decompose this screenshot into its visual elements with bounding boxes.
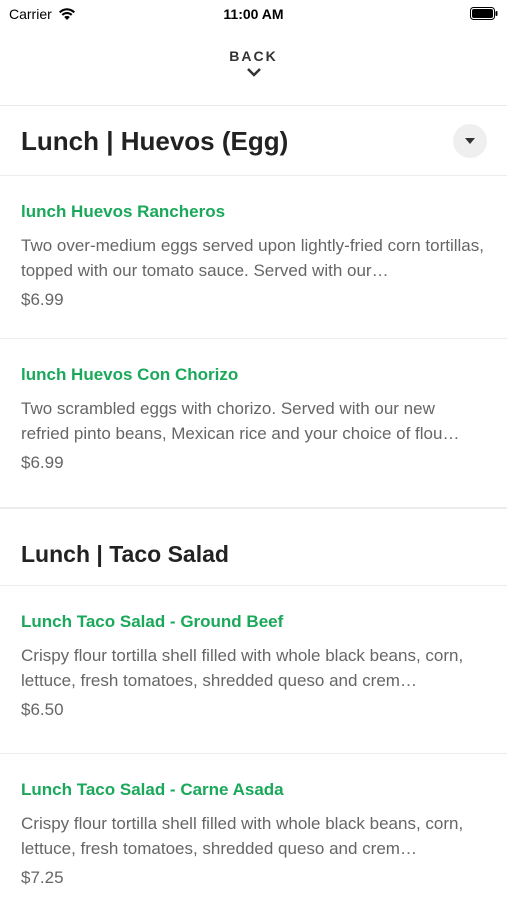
item-name: lunch Huevos Con Chorizo <box>21 365 239 384</box>
back-button[interactable]: BACK <box>203 48 304 92</box>
nav-header: BACK <box>0 30 507 106</box>
item-price: $7.25 <box>21 868 64 887</box>
chevron-down-icon <box>246 68 261 77</box>
item-description: Two scrambled eggs with chorizo. Served … <box>21 399 460 443</box>
menu-item[interactable]: lunch Huevos Con Chorizo Two scrambled e… <box>0 339 507 508</box>
status-time: 11:00 AM <box>223 6 284 22</box>
item-name: Lunch Taco Salad - Ground Beef <box>21 612 284 631</box>
item-description: Crispy flour tortilla shell filled with … <box>21 814 464 858</box>
item-name: lunch Huevos Rancheros <box>21 202 226 221</box>
back-label: BACK <box>229 48 278 64</box>
item-price: $6.99 <box>21 453 64 472</box>
item-description: Two over-medium eggs served upon lightly… <box>21 236 484 280</box>
battery-icon <box>470 7 498 20</box>
item-name: Lunch Taco Salad - Carne Asada <box>21 780 284 799</box>
section-title: Lunch | Huevos (Egg) <box>21 126 289 156</box>
menu-item[interactable]: Lunch Taco Salad - Carne Asada Crispy fl… <box>0 754 507 900</box>
menu-item[interactable]: Lunch Taco Salad - Ground Beef Crispy fl… <box>0 586 507 754</box>
item-description: Crispy flour tortilla shell filled with … <box>21 646 464 690</box>
item-price: $6.50 <box>21 700 64 719</box>
item-price: $6.99 <box>21 290 64 309</box>
section-dropdown-button[interactable] <box>453 124 487 158</box>
section-header-taco-salad: Lunch | Taco Salad <box>0 508 507 586</box>
menu-item[interactable]: lunch Huevos Rancheros Two over-medium e… <box>0 176 507 339</box>
section-title: Lunch | Taco Salad <box>21 541 229 567</box>
section-header-huevos: Lunch | Huevos (Egg) <box>0 106 507 176</box>
status-bar: Carrier 11:00 AM <box>0 0 507 30</box>
caret-down-icon <box>465 138 475 144</box>
